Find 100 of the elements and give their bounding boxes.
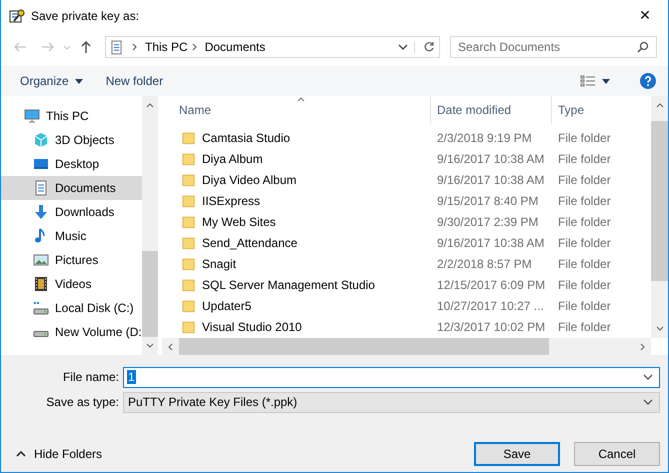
sidebar-item[interactable]: Music [1,224,142,248]
type-cell-text: File folder [557,320,612,334]
file-name: Camtasia Studio [202,130,290,144]
sidebar-item[interactable]: Downloads [1,200,142,224]
sidebar-item[interactable]: Pictures [1,248,142,272]
date-cell-text: 12/15/2017 6:09 PM [436,278,546,292]
folder-icon [182,298,195,314]
search-icon [637,41,649,53]
file-name: Snagit [202,256,236,270]
type-cell-text: File folder [557,172,612,186]
document-icon [33,180,49,196]
address-bar[interactable]: This PC Documents [105,36,440,58]
folder-icon [182,172,195,188]
file-name-field[interactable]: 1 [123,366,660,388]
close-button[interactable]: ✕ [622,0,668,32]
file-row[interactable]: Send_Attendance 9/16/2017 10:38 AM File folder [162,232,651,253]
date-cell-text: 9/16/2017 10:38 AM [436,172,546,186]
file-name: SQL Server Management Studio [202,278,375,292]
file-row[interactable]: Visual Studio 2010 12/3/2017 10:02 PM File folder [162,316,651,337]
up-arrow-icon[interactable] [79,40,93,54]
file-name: Visual Studio 2010 [202,320,302,334]
field-label: Save as type: [45,395,120,409]
folder-icon [182,234,195,250]
chevron-up-icon[interactable] [16,451,26,457]
file-row[interactable]: Diya Video Album 9/16/2017 10:38 AM File folder [162,169,651,190]
file-name: Updater5 [202,298,252,312]
key-certificate-icon [9,8,25,24]
file-row[interactable]: My Web Sites 9/30/2017 2:39 PM File folder [162,211,651,232]
column-header[interactable]: Date modified [430,96,551,124]
folder-icon [182,214,195,230]
date-cell-text: 9/16/2017 10:38 AM [436,236,546,250]
type-cell-text: File folder [557,236,612,250]
caret-icon[interactable] [602,78,610,84]
folder-icon [182,150,195,166]
scrollbar[interactable] [162,338,651,355]
file-row[interactable]: Diya Album 9/16/2017 10:38 AM File folder [162,148,651,169]
search-field[interactable]: Search Documents [450,36,657,58]
drive-icon [33,300,49,316]
dropdown-chevron-icon[interactable] [398,44,408,50]
sidebar-item[interactable]: Videos [1,272,142,296]
field-label: File name: [62,370,120,384]
down-arrow-icon [33,204,49,220]
type-cell-text: File folder [557,214,612,228]
chevron-icon [192,43,198,51]
file-row[interactable]: SQL Server Management Studio 12/15/2017 6:09 PM File folder [162,274,651,295]
hide-folders-button[interactable]: Hide Folders [34,447,102,461]
chevron-icon [132,43,138,51]
organize-menu-button[interactable]: Organize [20,74,69,88]
type-cell-text: File folder [557,278,612,292]
dropdown-chevron-icon [643,374,653,380]
document-icon [111,40,122,54]
column-header[interactable]: Name [162,96,430,124]
folder-icon [182,130,195,146]
folder-icon [182,256,195,272]
date-cell-text: 9/30/2017 2:39 PM [436,214,540,228]
breadcrumb[interactable]: This PC [145,40,188,54]
desktop-icon [33,156,49,172]
sort-caret-icon [297,97,305,102]
sidebar-item[interactable]: Local Disk (C:) [1,296,142,320]
breadcrumb[interactable]: Documents [204,40,266,54]
scrollbar[interactable] [142,96,158,355]
dropdown-chevron-icon [643,399,653,405]
help-icon[interactable] [640,73,656,89]
file-row[interactable]: Camtasia Studio 2/3/2018 9:19 PM File folder [162,127,651,148]
type-cell-text: File folder [557,298,612,312]
sidebar-item[interactable]: Documents [1,176,142,200]
date-cell-text: 9/15/2017 8:40 PM [436,194,540,208]
view-options-icon[interactable] [580,75,596,87]
file-type-dropdown[interactable]: PuTTY Private Key Files (*.ppk) [123,392,660,412]
file-row[interactable]: IISExpress 9/15/2017 8:40 PM File folder [162,190,651,211]
monitor-icon [24,108,40,124]
save-button[interactable]: Save [474,442,560,466]
file-name: My Web Sites [202,214,276,228]
file-row[interactable]: Snagit 2/2/2018 8:57 PM File folder [162,253,651,274]
folder-icon [182,318,195,334]
sidebar-item[interactable]: 3D Objects [1,128,142,152]
type-cell-text: File folder [557,130,612,144]
sidebar-item[interactable]: Desktop [1,152,142,176]
date-cell-text: 2/2/2018 8:57 PM [436,256,533,270]
type-cell-text: File folder [557,256,612,270]
window-title: Save private key as: [31,9,140,23]
date-cell-text: 10/27/2017 10:27 ... [436,298,545,312]
file-row[interactable]: Updater5 10/27/2017 10:27 ... File folder [162,295,651,316]
new-folder-button[interactable]: New folder [106,74,164,88]
cancel-button[interactable]: Cancel [574,442,660,466]
scrollbar[interactable] [651,96,668,338]
sidebar-item[interactable]: This PC [1,104,142,128]
film-strip-icon [33,276,49,292]
file-name: Send_Attendance [202,236,298,250]
cube-icon [33,132,49,148]
file-name: Diya Album [202,152,263,166]
landscape-picture-icon [33,252,49,268]
caret-icon [74,78,83,84]
folder-icon [182,192,195,208]
folder-icon [182,276,195,292]
file-name: Diya Video Album [202,172,296,186]
type-cell-text: File folder [557,152,612,166]
file-name: IISExpress [202,194,260,208]
date-cell-text: 2/3/2018 9:19 PM [436,130,533,144]
sidebar-item[interactable]: New Volume (D: [1,320,142,344]
